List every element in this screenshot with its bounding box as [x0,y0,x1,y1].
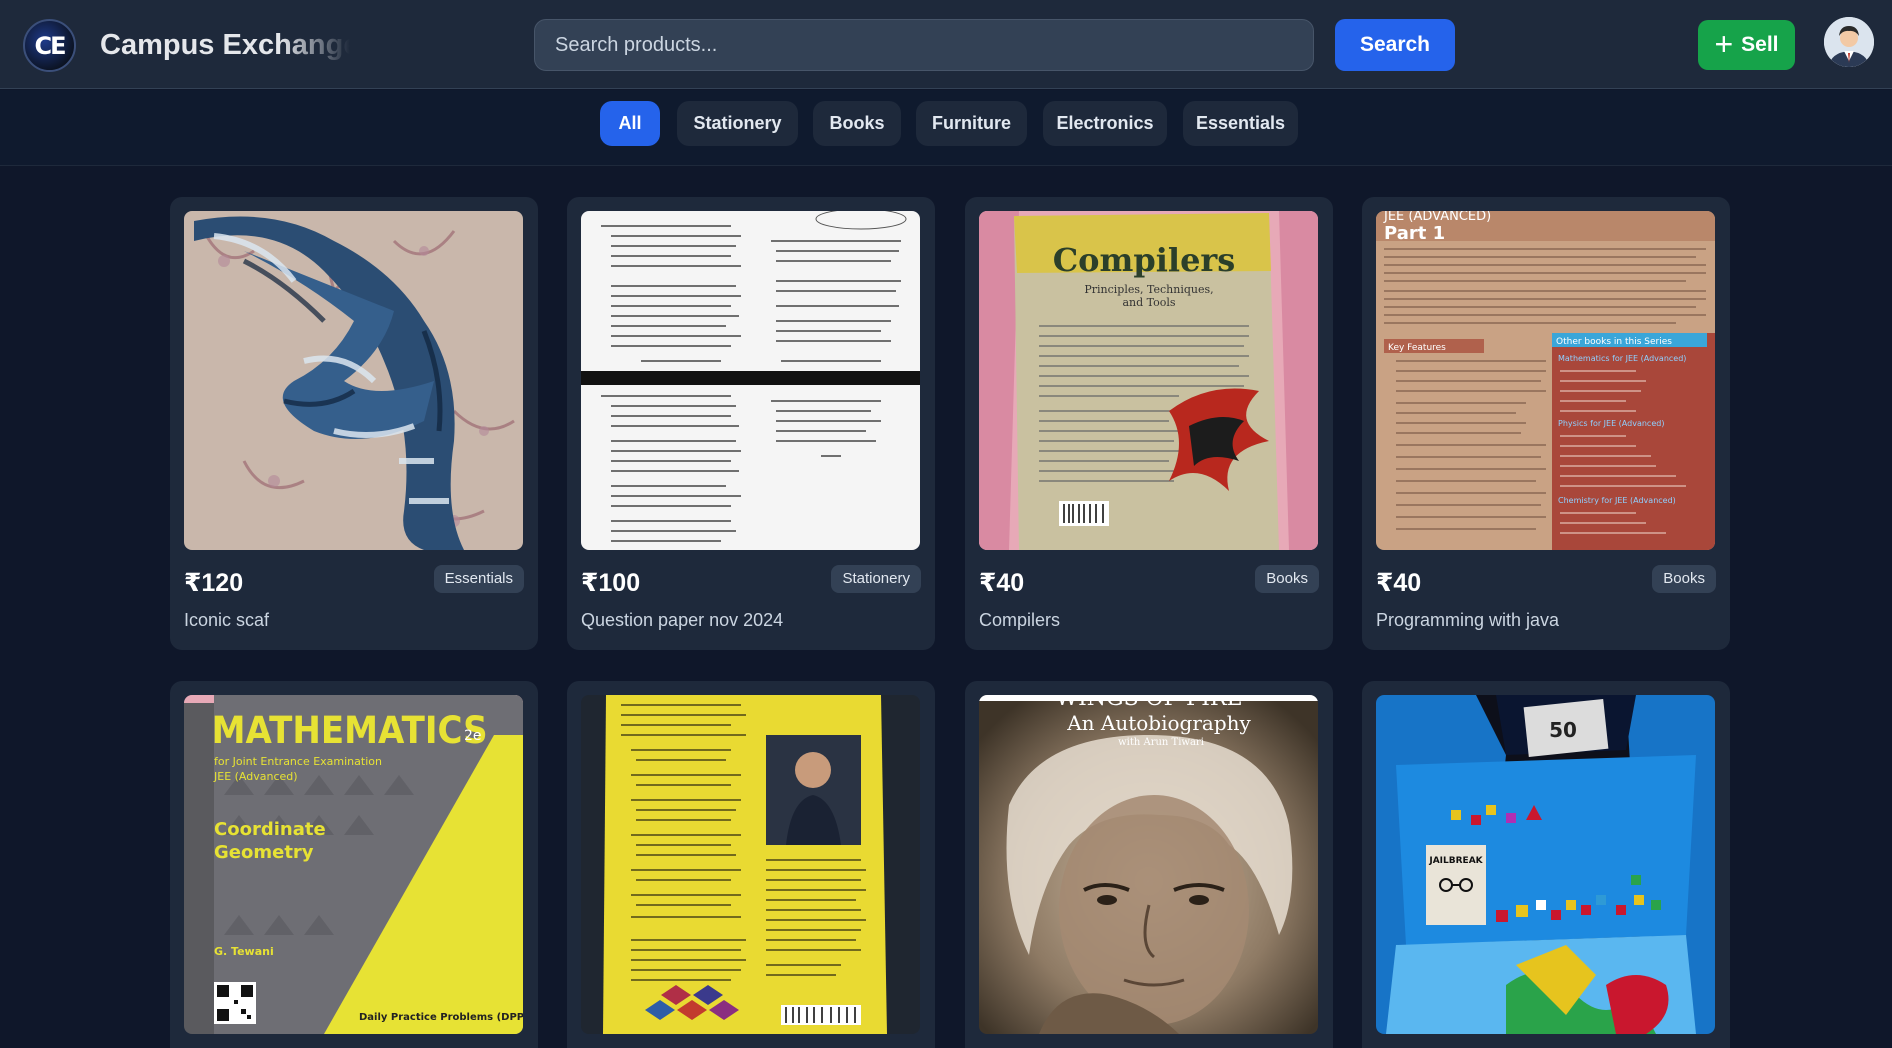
product-card[interactable]: ₹120 Essentials Iconic scaf [170,197,538,650]
category-filter-bar: All Stationery Books Furniture Electroni… [0,90,1892,166]
product-card[interactable]: WINGS OF FIRE An Autobiography with Arun… [965,681,1333,1048]
jailbreak-note-text: 50 [1549,718,1577,742]
maths-dpp-text: Daily Practice Problems (DPP) [359,1012,523,1023]
maths-sub1-text: for Joint Entrance Examination [214,755,382,768]
search-input[interactable] [534,19,1314,71]
filter-chip-furniture[interactable]: Furniture [916,101,1027,146]
jee-series-3-text: Chemistry for JEE (Advanced) [1558,496,1676,505]
product-title: Question paper nov 2024 [581,610,784,630]
product-card[interactable]: JEE (ADVANCED) Part 1 Key Features Other… [1362,197,1730,650]
jee-other-books-text: Other books in this Series [1556,337,1672,347]
jailbreak-label-text: JAILBREAK [1428,856,1483,866]
logo-text: CE [34,31,66,60]
product-card[interactable]: ₹100 Stationery Question paper nov 2024 [567,197,935,650]
product-price: ₹100 [581,569,641,597]
user-avatar[interactable] [1824,17,1874,67]
jee-series-2-text: Physics for JEE (Advanced) [1558,419,1664,428]
user-avatar-icon [1824,17,1874,67]
category-badge: Essentials [433,565,524,593]
category-badge: Books [1255,565,1319,593]
sell-button[interactable]: + Sell [1698,20,1795,70]
compilers-subtitle2-text: and Tools [1122,296,1175,309]
product-title: Compilers [979,610,1061,630]
maths-title-text: MATHEMATICS [212,710,488,753]
maths-edition-text: 2e [464,728,482,744]
jee-key-features-text: Key Features [1388,343,1446,353]
product-image: JEE (ADVANCED) Part 1 Key Features Other… [1376,211,1715,550]
sell-label: Sell [1741,33,1779,56]
category-badge: Stationery [831,565,921,593]
product-image [581,695,920,1034]
product-price: ₹120 [184,569,244,597]
product-title: Programming with java [1376,610,1560,630]
maths-sub2-text: JEE (Advanced) [213,770,298,783]
maths-author-text: G. Tewani [214,945,274,958]
product-card[interactable]: Compilers Principles, Techniques, and To… [965,197,1333,650]
logo[interactable]: CE [23,19,76,72]
product-image: MATHEMATICS 2e for Joint Entrance Examin… [184,695,523,1034]
product-card[interactable]: MATHEMATICS 2e for Joint Entrance Examin… [170,681,538,1048]
wings-author-text: with Arun Tiwari [1118,737,1204,748]
search-button[interactable]: Search [1335,19,1455,71]
product-price: ₹40 [1376,569,1422,597]
product-image: WINGS OF FIRE An Autobiography with Arun… [979,695,1318,1034]
filter-chip-all[interactable]: All [600,101,660,146]
compilers-title-text: Compilers [1053,241,1236,279]
maths-topic2-text: Geometry [214,842,314,863]
top-header: CE Campus Exchange Search + Sell [0,0,1892,89]
compilers-subtitle-text: Principles, Techniques, [1084,283,1213,296]
product-image [184,211,523,550]
jee-part-text: Part 1 [1384,223,1445,244]
product-card[interactable]: 50 JAILBREAK [1362,681,1730,1048]
maths-topic1-text: Coordinate [214,819,326,840]
filter-chip-stationery[interactable]: Stationery [677,101,798,146]
product-image [581,211,920,550]
product-card[interactable] [567,681,935,1048]
product-image: Compilers Principles, Techniques, and To… [979,211,1318,550]
jee-series-1-text: Mathematics for JEE (Advanced) [1558,354,1686,363]
product-title: Iconic scaf [184,610,270,630]
category-badge: Books [1652,565,1716,593]
filter-chip-essentials[interactable]: Essentials [1183,101,1298,146]
filter-chip-books[interactable]: Books [813,101,901,146]
wings-title-text: WINGS OF FIRE [1055,695,1242,711]
product-price: ₹40 [979,569,1025,597]
plus-icon: + [1714,25,1734,62]
filter-chip-electronics[interactable]: Electronics [1043,101,1167,146]
product-image: 50 JAILBREAK [1376,695,1715,1034]
brand-title[interactable]: Campus Exchange [100,29,350,65]
wings-subtitle-text: An Autobiography [1066,711,1251,735]
